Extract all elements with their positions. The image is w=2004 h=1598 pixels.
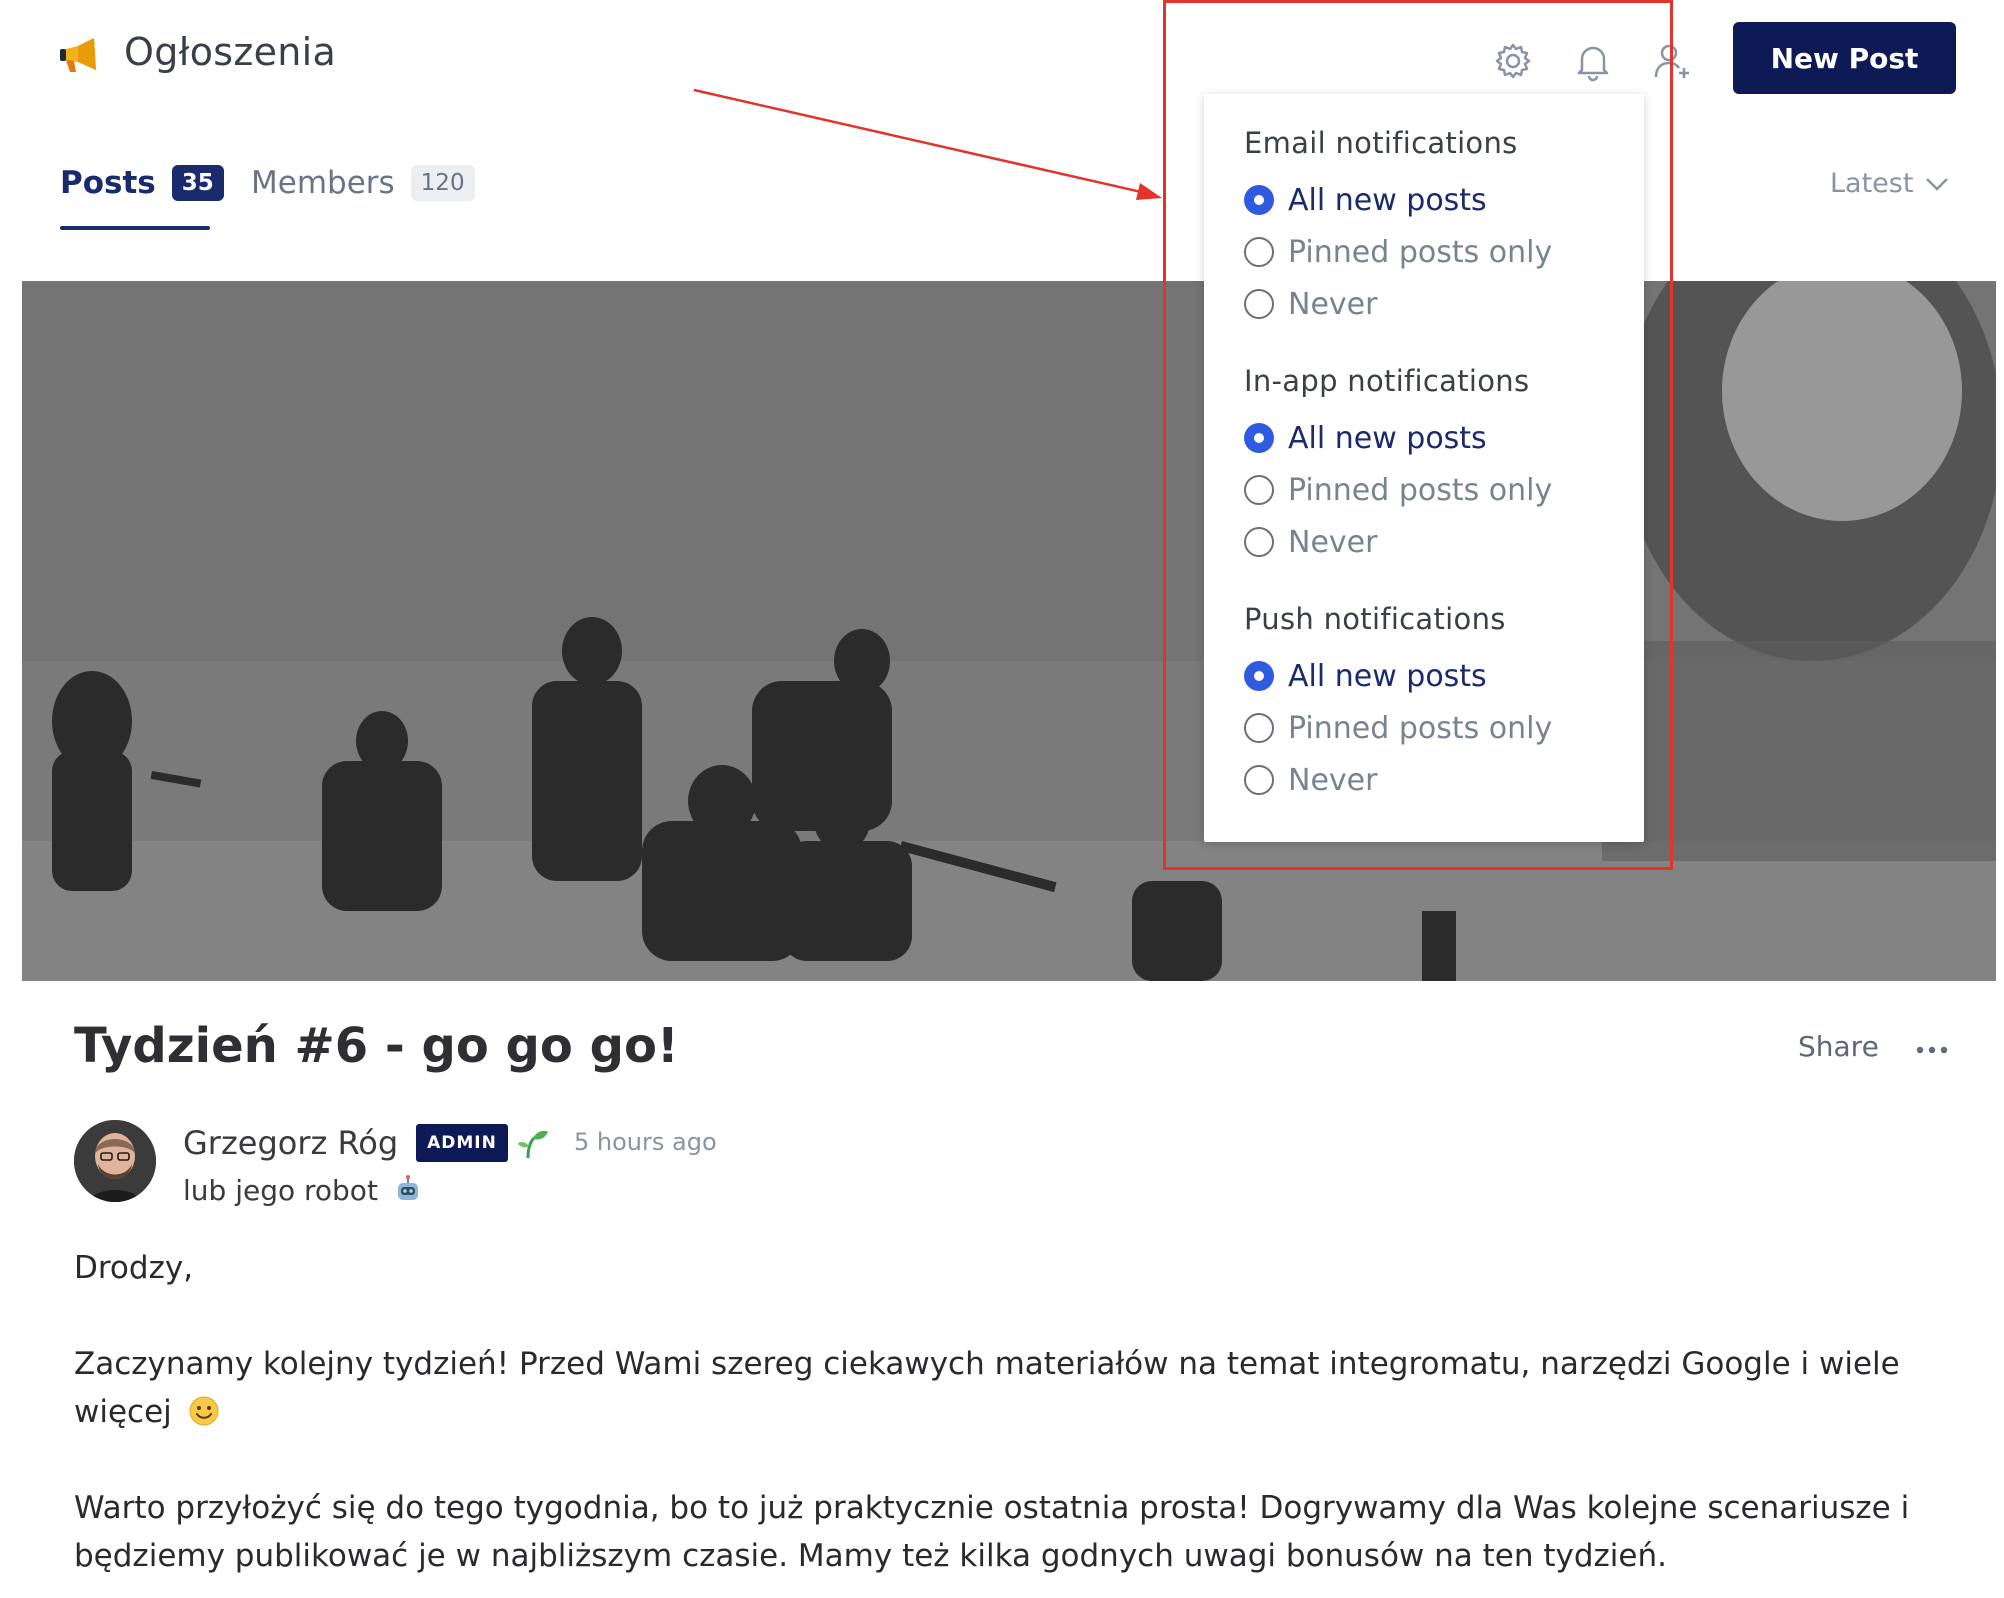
post-body-paragraph: Zaczynamy kolejny tydzień! Przed Wami sz… [74,1340,1954,1436]
post-body-greeting: Drodzy, [74,1250,194,1286]
sort-label: Latest [1830,168,1914,199]
radio-checked[interactable] [1244,185,1274,215]
sort-dropdown[interactable]: Latest [1830,168,1951,199]
new-post-button[interactable]: New Post [1733,22,1956,94]
members-count-badge: 120 [410,165,475,201]
paragraph-text: Zaczynamy kolejny tydzień! Przed Wami sz… [74,1346,1900,1430]
space-header: Ogłoszenia Posts 35 Members 120 Latest N… [0,0,2004,240]
in-app-option-never[interactable]: Never [1244,516,1552,568]
radio-unchecked[interactable] [1244,475,1274,505]
active-tab-indicator [60,226,210,230]
tab-label: Posts [60,165,156,201]
post-title: Tydzień #6 - go go go! [74,1018,679,1074]
admin-badge: ADMIN [416,1124,508,1162]
sprout-icon [518,1130,548,1159]
more-options-icon[interactable] [1914,1038,1950,1062]
email-option-never[interactable]: Never [1244,278,1552,330]
option-label: All new posts [1288,658,1487,694]
tab-members[interactable]: Members 120 [251,165,475,201]
section-heading: Email notifications [1244,126,1518,160]
radio-unchecked[interactable] [1244,289,1274,319]
gear-icon[interactable] [1492,40,1534,82]
add-user-icon[interactable] [1652,40,1694,82]
chevron-down-icon [1926,177,1949,191]
robot-icon [397,1175,418,1200]
posts-count-badge: 35 [171,165,224,201]
megaphone-icon [60,38,96,72]
option-label: Pinned posts only [1288,710,1553,746]
radio-unchecked[interactable] [1244,713,1274,743]
tab-posts[interactable]: Posts 35 [60,165,224,201]
radio-unchecked[interactable] [1244,765,1274,795]
in-app-notifications-section: In-app notifications All new posts Pinne… [1244,364,1552,568]
post-body-paragraph: Warto przyłożyć się do tego tygodnia, bo… [74,1490,1910,1574]
in-app-option-all-new-posts[interactable]: All new posts [1244,412,1552,464]
option-label: Never [1288,286,1378,322]
in-app-option-pinned-only[interactable]: Pinned posts only [1244,464,1552,516]
author-name[interactable]: Grzegorz Róg [183,1124,398,1162]
push-option-pinned-only[interactable]: Pinned posts only [1244,702,1552,754]
author-headline-text: lub jego robot [183,1174,378,1207]
section-heading: Push notifications [1244,602,1506,636]
email-option-pinned-only[interactable]: Pinned posts only [1244,226,1552,278]
push-notifications-section: Push notifications All new posts Pinned … [1244,602,1552,806]
share-button[interactable]: Share [1798,1030,1879,1063]
smile-emoji-icon [189,1396,219,1426]
author-headline: lub jego robot [183,1174,423,1207]
author-avatar[interactable] [74,1120,156,1202]
tab-label: Members [251,165,395,201]
radio-checked[interactable] [1244,423,1274,453]
radio-unchecked[interactable] [1244,527,1274,557]
option-label: Pinned posts only [1288,472,1553,508]
push-option-never[interactable]: Never [1244,754,1552,806]
post-cover-image [22,281,1996,981]
bell-icon[interactable] [1572,40,1614,82]
radio-unchecked[interactable] [1244,237,1274,267]
email-option-all-new-posts[interactable]: All new posts [1244,174,1552,226]
push-option-all-new-posts[interactable]: All new posts [1244,650,1552,702]
section-heading: In-app notifications [1244,364,1530,398]
radio-checked[interactable] [1244,661,1274,691]
option-label: Pinned posts only [1288,234,1553,270]
option-label: Never [1288,524,1378,560]
option-label: All new posts [1288,182,1487,218]
post-timestamp: 5 hours ago [574,1128,717,1156]
space-title: Ogłoszenia [124,30,337,74]
option-label: All new posts [1288,420,1487,456]
notification-settings-dropdown: Email notifications All new posts Pinned… [1204,94,1644,842]
option-label: Never [1288,762,1378,798]
email-notifications-section: Email notifications All new posts Pinned… [1244,126,1552,330]
